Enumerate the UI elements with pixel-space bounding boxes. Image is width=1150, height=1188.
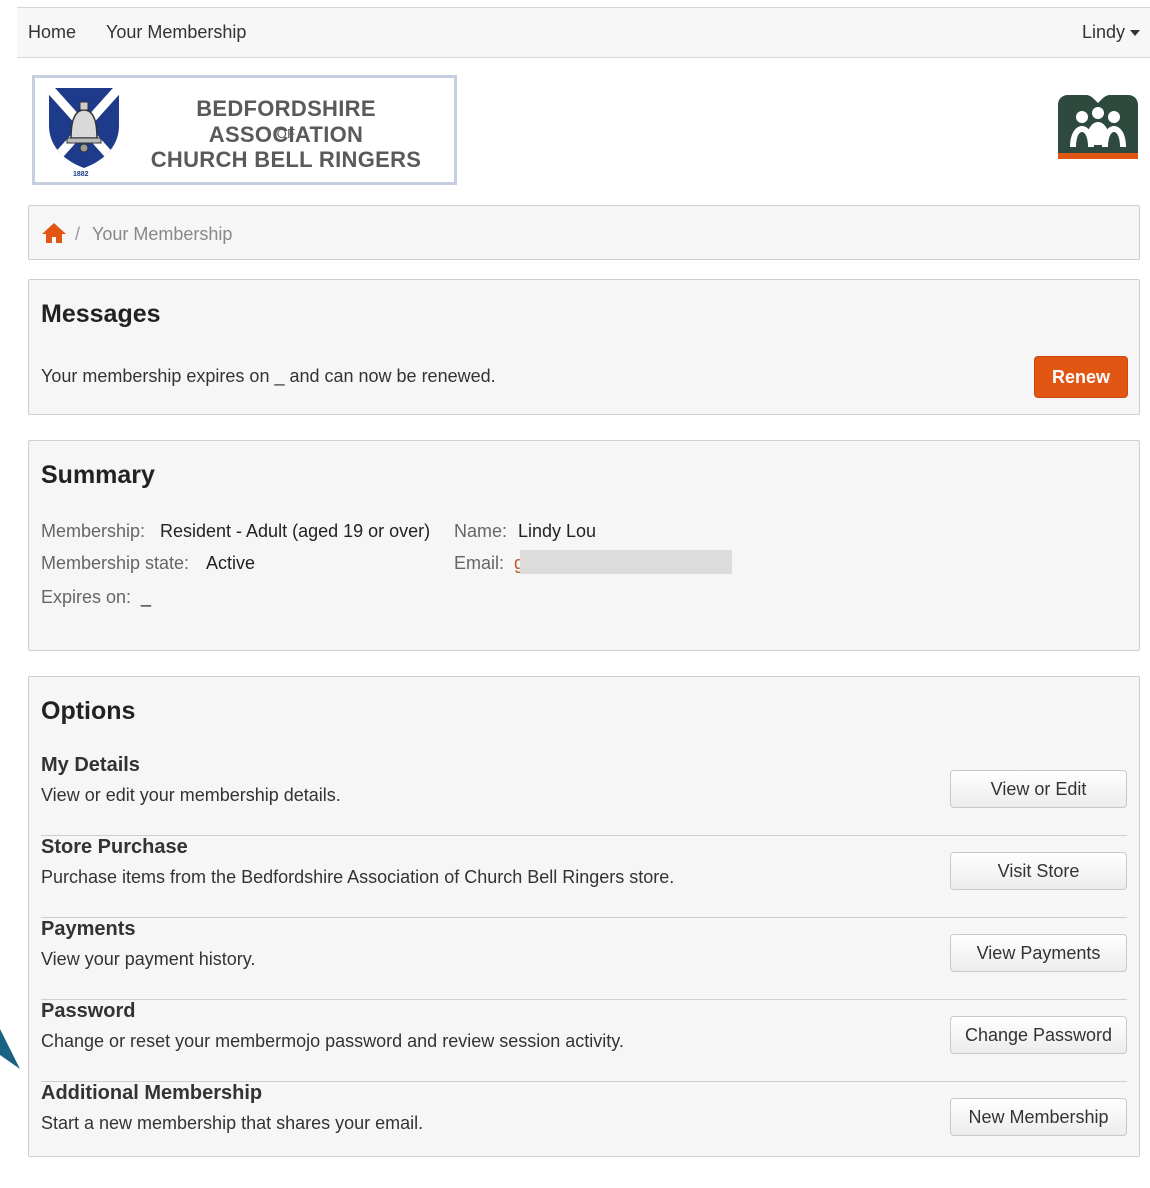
option-payments: Payments View your payment history. View… <box>41 918 1127 1000</box>
email-label: Email: <box>454 553 505 573</box>
membership-value: Resident - Adult (aged 19 or over) <box>160 521 431 541</box>
option-my-details: My Details View or edit your membership … <box>41 754 1127 836</box>
option-description: View your payment history. <box>41 949 256 969</box>
option-description: Start a new membership that shares your … <box>41 1113 424 1133</box>
breadcrumb: / Your Membership <box>28 205 1140 260</box>
nav-membership-link[interactable]: Your Membership <box>106 22 246 43</box>
option-description: View or edit your membership details. <box>41 785 341 805</box>
redacted-email-block <box>520 550 732 574</box>
user-menu-label: Lindy <box>1081 22 1125 42</box>
name-label: Name: <box>454 521 508 541</box>
renewal-message: Your membership expires on _ and can now… <box>41 366 496 386</box>
user-menu[interactable]: Lindy <box>1082 22 1140 43</box>
membership-state-value: Active <box>206 553 256 573</box>
caret-down-icon <box>1130 29 1140 36</box>
name-value: Lindy Lou <box>518 521 597 541</box>
option-additional-membership: Additional Membership Start a new member… <box>41 1082 1127 1164</box>
membermojo-logo-icon <box>1058 95 1138 159</box>
expires-value: _ <box>141 587 152 607</box>
view-or-edit-button[interactable]: View or Edit <box>950 770 1127 808</box>
new-membership-button[interactable]: New Membership <box>950 1098 1127 1136</box>
messages-panel: Messages Your membership expires on _ an… <box>28 279 1140 415</box>
breadcrumb-separator: / <box>75 224 81 244</box>
annotation-arrow-icon <box>0 1029 20 1069</box>
organisation-logo: 1882 BEDFORDSHIRE ASSOCIATION OF CHURCH … <box>32 75 457 185</box>
breadcrumb-current: Your Membership <box>92 224 233 244</box>
home-icon[interactable] <box>41 222 67 244</box>
membership-label: Membership: <box>41 521 146 541</box>
visit-store-button[interactable]: Visit Store <box>950 852 1127 890</box>
options-panel: Options My Details View or edit your mem… <box>28 676 1140 1157</box>
messages-title: Messages <box>41 300 161 328</box>
logo-title-line3: CHURCH BELL RINGERS <box>150 147 422 172</box>
option-password: Password Change or reset your membermojo… <box>41 1000 1127 1082</box>
top-navbar: Home Your Membership Lindy <box>17 7 1150 58</box>
renew-button[interactable]: Renew <box>1034 356 1128 398</box>
option-title: Store Purchase <box>41 836 188 858</box>
summary-title: Summary <box>41 461 155 489</box>
change-password-button[interactable]: Change Password <box>950 1016 1127 1054</box>
options-title: Options <box>41 697 136 725</box>
option-title: My Details <box>41 754 140 776</box>
option-description: Change or reset your membermojo password… <box>41 1031 624 1051</box>
option-store-purchase: Store Purchase Purchase items from the B… <box>41 836 1127 918</box>
shield-bell-icon <box>49 88 119 168</box>
option-title: Password <box>41 1000 136 1022</box>
view-payments-button[interactable]: View Payments <box>950 934 1127 972</box>
summary-panel: Summary Membership: Resident - Adult (ag… <box>28 440 1140 651</box>
nav-home-link[interactable]: Home <box>28 22 76 43</box>
option-description: Purchase items from the Bedfordshire Ass… <box>41 867 675 887</box>
expires-label: Expires on: <box>41 587 132 607</box>
logo-title-line2: OF <box>276 126 296 141</box>
option-title: Payments <box>41 918 136 940</box>
logo-year: 1882 <box>73 171 89 178</box>
option-title: Additional Membership <box>41 1082 263 1104</box>
membership-state-label: Membership state: <box>41 553 190 573</box>
